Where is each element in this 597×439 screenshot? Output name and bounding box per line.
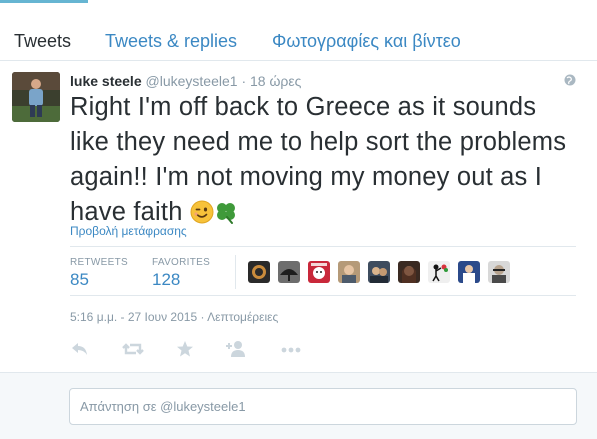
more-icon[interactable] (280, 340, 302, 360)
tab-photos-and-videos[interactable]: Φωτογραφίες και βίντεο (272, 29, 461, 53)
reply-icon[interactable] (70, 340, 92, 360)
tweet-timestamp: 5:16 μ.μ. - 27 Ιουν 2015 · Λεπτομέρειες (70, 310, 278, 324)
timestamp-separator: · (197, 310, 208, 324)
tweet-header: luke steele @lukeysteele1 · 18 ώρες (70, 72, 301, 90)
relative-time[interactable]: 18 ώρες (250, 73, 301, 89)
favoriter-avatar[interactable] (368, 261, 390, 283)
favoriter-avatar[interactable] (338, 261, 360, 283)
follow-icon[interactable] (226, 340, 248, 360)
favoriter-avatar[interactable] (308, 261, 330, 283)
favoriter-avatar[interactable] (398, 261, 420, 283)
view-translation-link[interactable]: Προβολή μετάφρασης (70, 224, 187, 238)
author-name[interactable]: luke steele (70, 73, 142, 89)
favoriter-avatar[interactable] (488, 261, 510, 283)
avatar[interactable] (12, 72, 60, 122)
tab-tweets-and-replies[interactable]: Tweets & replies (105, 29, 237, 53)
favorites-count[interactable]: 128 (152, 270, 180, 290)
favoriter-avatar[interactable] (248, 261, 270, 283)
separator: · (241, 73, 247, 89)
author-handle[interactable]: @lukeysteele1 (146, 73, 238, 89)
details-link[interactable]: Λεπτομέρειες (207, 310, 278, 324)
favoriter-avatar[interactable] (458, 261, 480, 283)
four-leaf-clover-icon (214, 199, 238, 234)
globe-icon (564, 74, 576, 86)
tweet-text: Right I'm off back to Greece as it sound… (70, 90, 570, 234)
stats-divider (235, 255, 236, 289)
retweets-count[interactable]: 85 (70, 270, 89, 290)
tweet-text-content: Right I'm off back to Greece as it sound… (70, 93, 567, 226)
tab-tweets[interactable]: Tweets (14, 29, 71, 53)
favorites-label: FAVORITES (152, 257, 211, 268)
retweets-label: RETWEETS (70, 257, 128, 268)
timestamp-text: 5:16 μ.μ. - 27 Ιουν 2015 (70, 310, 198, 324)
profile-tabs: Tweets Tweets & replies Φωτογραφίες και … (0, 3, 597, 61)
tweet-stats: RETWEETS 85 FAVORITES 128 (70, 246, 576, 296)
favoriter-avatar[interactable] (428, 261, 450, 283)
winking-face-icon (190, 199, 214, 234)
reply-input[interactable]: Απάντηση σε @lukeysteele1 (69, 388, 577, 425)
retweet-icon[interactable] (122, 340, 144, 360)
favoriter-avatar[interactable] (278, 261, 300, 283)
reply-composer: Απάντηση σε @lukeysteele1 (0, 372, 597, 439)
tweet-detail: luke steele @lukeysteele1 · 18 ώρες Righ… (0, 62, 597, 372)
favorite-icon[interactable] (176, 340, 198, 360)
